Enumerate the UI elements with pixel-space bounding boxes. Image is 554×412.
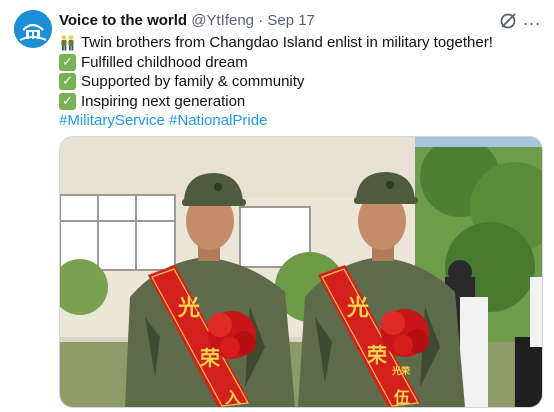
sash-text: 光 <box>346 296 369 321</box>
check-mark-icon: ✓ <box>59 53 76 71</box>
hashtag-line: #MilitaryService #NationalPride <box>59 111 493 131</box>
author-handle[interactable]: @YtIfeng <box>191 12 254 29</box>
hashtag-link[interactable]: #MilitaryService <box>59 111 165 131</box>
grok-icon[interactable] <box>498 11 518 31</box>
tweet-line: ✓ Supported by family & community <box>59 72 493 92</box>
people-holding-hands-icon <box>61 35 74 51</box>
tweet-line-text: Fulfilled childhood dream <box>81 53 248 71</box>
tweet-header: Voice to the world @YtIfeng · Sep 17 <box>59 11 315 31</box>
sash-text: 荣 <box>366 343 388 367</box>
avatar[interactable] <box>14 10 52 48</box>
tweet-line: Twin brothers from Changdao Island enlis… <box>59 33 493 53</box>
sash-text: 荣 <box>199 346 221 370</box>
author-name[interactable]: Voice to the world <box>59 12 187 29</box>
tweet-text: Twin brothers from Changdao Island enlis… <box>59 33 493 131</box>
tweet-card[interactable]: Voice to the world @YtIfeng · Sep 17 ...… <box>0 0 554 412</box>
tweet-line: ✓ Inspiring next generation <box>59 92 493 112</box>
tweet-line-text: Inspiring next generation <box>81 92 246 110</box>
more-options-icon[interactable]: ... <box>523 9 541 30</box>
photo-twin-soldiers: 光 荣 入 光 荣 伍 光荣 <box>60 137 542 407</box>
tweet-line: ✓ Fulfilled childhood dream <box>59 53 493 73</box>
tweet-date[interactable]: Sep 17 <box>267 12 315 29</box>
sash-text: 伍 <box>393 388 410 407</box>
tweet-photo[interactable]: 光 荣 入 光 荣 伍 光荣 <box>59 136 543 408</box>
sash-text: 入 <box>225 388 241 407</box>
tweet-line-text: Twin brothers from Changdao Island enlis… <box>81 34 493 51</box>
sash-text-small: 光荣 <box>391 365 411 377</box>
check-mark-icon: ✓ <box>59 73 76 91</box>
separator-dot: · <box>258 12 264 29</box>
check-mark-icon: ✓ <box>59 92 76 110</box>
sash-text: 光 <box>177 296 200 321</box>
avatar-logo-icon <box>14 10 52 48</box>
tweet-line-text: Supported by family & community <box>81 73 305 90</box>
hashtag-link[interactable]: #NationalPride <box>169 111 267 131</box>
